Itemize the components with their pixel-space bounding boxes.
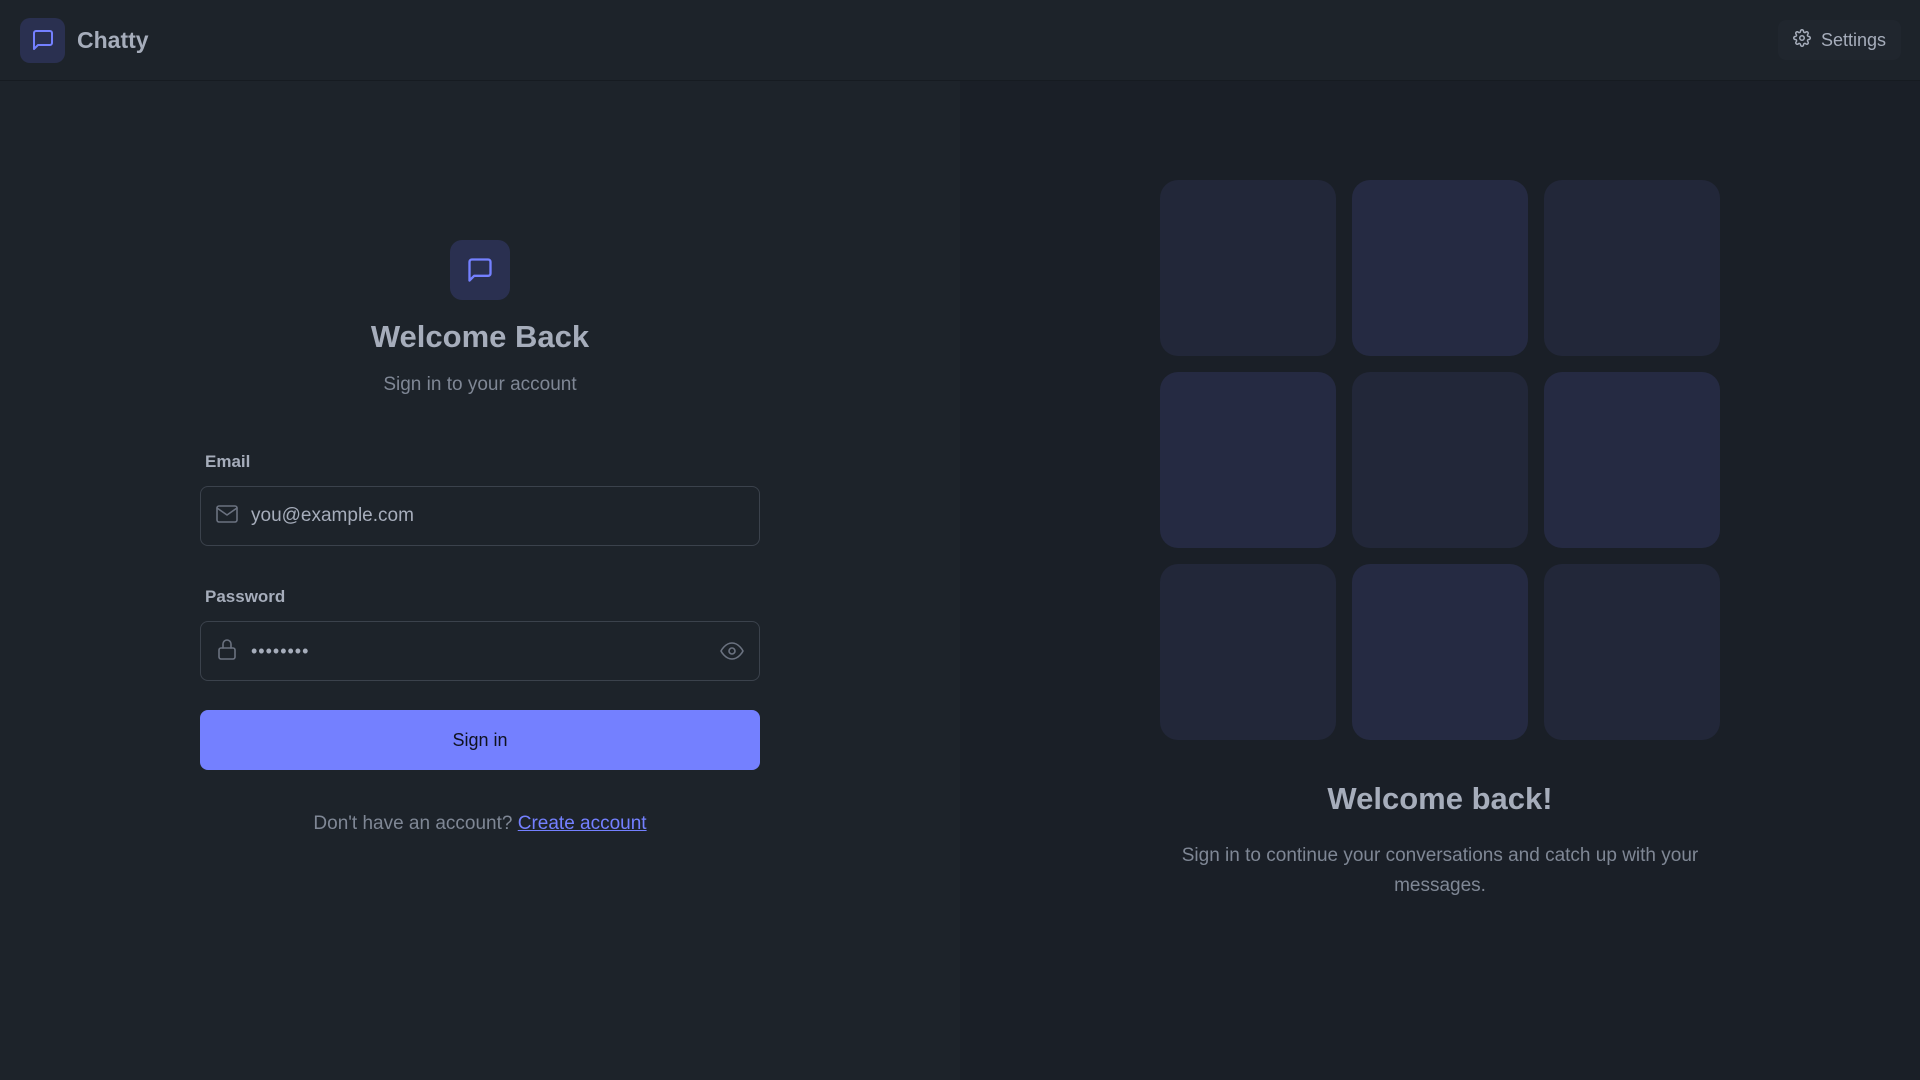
lock-icon xyxy=(215,637,239,666)
pattern-tile xyxy=(1544,564,1720,740)
mail-icon xyxy=(215,502,239,531)
pattern-tile xyxy=(1160,564,1336,740)
pattern-tile xyxy=(1160,180,1336,356)
pattern-tile xyxy=(1352,180,1528,356)
pattern-tile xyxy=(1352,564,1528,740)
signup-prompt-text: Don't have an account? xyxy=(313,813,513,834)
message-square-icon xyxy=(450,240,510,300)
hero-text: Sign in to continue your conversations a… xyxy=(1181,845,1699,896)
settings-button[interactable]: Settings xyxy=(1777,20,1901,60)
navbar: Chatty Settings xyxy=(0,0,1920,81)
email-placeholder: you@example.com xyxy=(251,505,414,526)
password-field[interactable]: •••••••• xyxy=(200,621,760,681)
login-title: Welcome Back xyxy=(370,319,590,354)
pattern-tile xyxy=(1352,372,1528,548)
message-square-icon xyxy=(20,17,65,63)
signup-prompt: Don't have an account? Create account xyxy=(200,813,760,835)
create-account-link[interactable]: Create account xyxy=(518,813,647,834)
login-panel: Welcome Back Sign in to your account Ema… xyxy=(0,81,960,1080)
gear-icon xyxy=(1793,28,1811,52)
pattern-tile xyxy=(1544,180,1720,356)
email-field[interactable]: you@example.com xyxy=(200,486,760,546)
login-subtitle: Sign in to your account xyxy=(383,374,577,395)
password-value: •••••••• xyxy=(251,640,310,661)
eye-icon[interactable] xyxy=(719,638,745,664)
pattern-tile xyxy=(1544,372,1720,548)
hero-title: Welcome back! xyxy=(1327,781,1553,816)
settings-label: Settings xyxy=(1820,29,1886,50)
email-label: Email xyxy=(205,452,251,471)
sign-in-button[interactable]: Sign in xyxy=(200,710,760,770)
pattern-tile xyxy=(1160,372,1336,548)
pattern-grid xyxy=(1160,180,1720,740)
brand-link[interactable]: Chatty xyxy=(20,17,149,63)
password-label: Password xyxy=(205,587,286,606)
main: Welcome Back Sign in to your account Ema… xyxy=(0,81,1920,1080)
hero-panel: Welcome back! Sign in to continue your c… xyxy=(960,81,1920,1080)
app-name: Chatty xyxy=(77,26,149,53)
